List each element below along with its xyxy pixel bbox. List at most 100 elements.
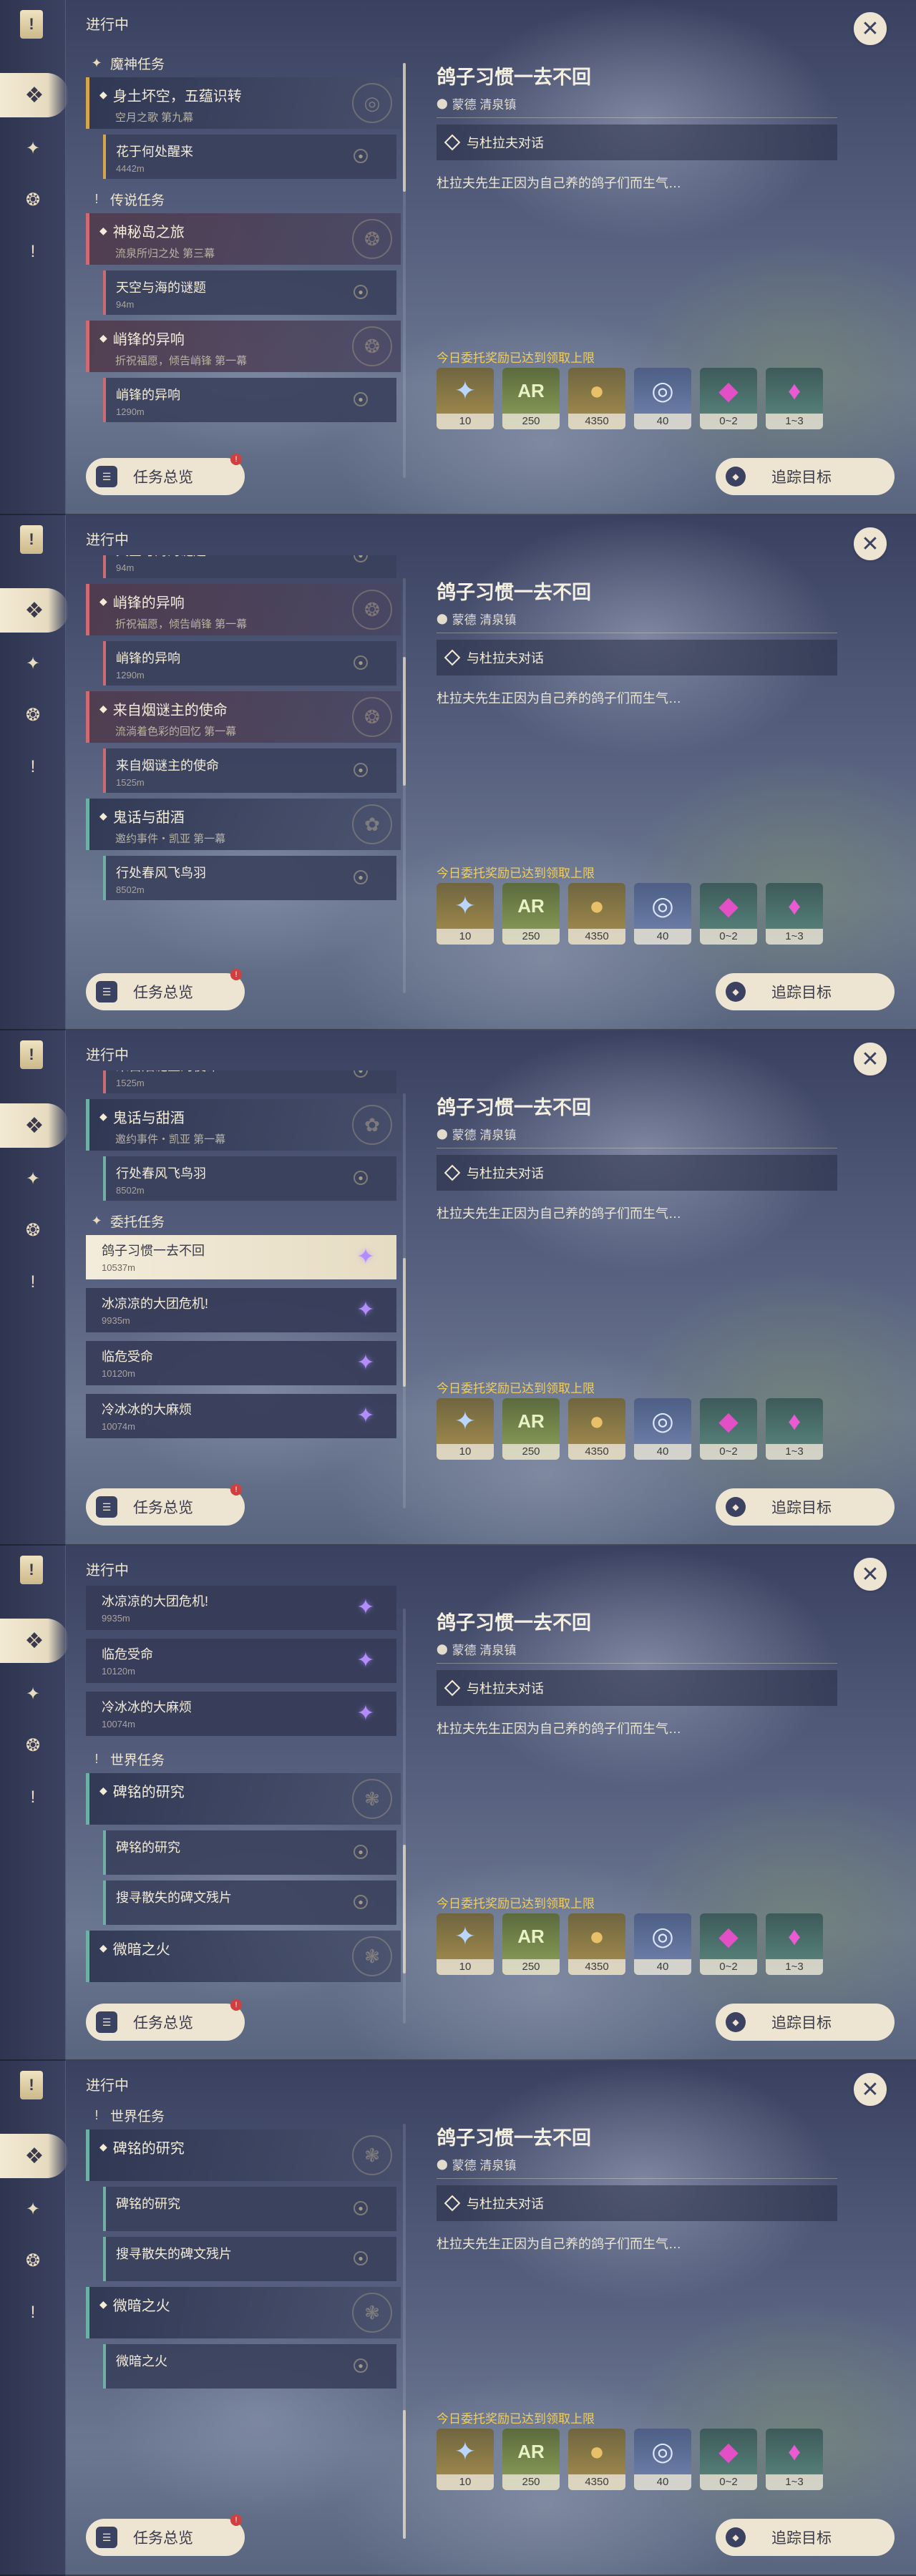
reward-item[interactable]: ♦ 1~3	[766, 1398, 823, 1460]
archon-quest-icon[interactable]: ✦	[20, 1682, 46, 1707]
reward-item[interactable]: ◆ 0~2	[700, 368, 757, 429]
map-pin-icon[interactable]: ●	[354, 2358, 368, 2373]
commission-item-selected[interactable]: ▶ 鸽子习惯一去不回 10537m ✦	[86, 1235, 396, 1279]
list-scrollbar[interactable]	[403, 1609, 406, 2024]
quest-book-icon[interactable]: !	[20, 525, 43, 554]
reward-item[interactable]: AR 250	[502, 883, 560, 945]
rail-tab-all-quests[interactable]: ❖	[0, 1103, 69, 1148]
reward-item[interactable]: ◎ 40	[634, 368, 691, 429]
reward-item[interactable]: ◎ 40	[634, 1913, 691, 1975]
map-pin-icon[interactable]: ●	[354, 392, 368, 406]
track-target-button[interactable]: ◆ 追踪目标	[716, 1488, 895, 1526]
reward-item[interactable]: ● 4350	[568, 883, 625, 945]
legend-quest-icon[interactable]: ❂	[20, 1218, 46, 1244]
reward-item[interactable]: ✦ 10	[437, 883, 494, 945]
quest-step[interactable]: 搜寻散失的碑文残片 ●	[103, 1880, 396, 1925]
quest-book-icon[interactable]: !	[20, 10, 43, 39]
legend-quest-icon[interactable]: ❂	[20, 187, 46, 213]
reward-item[interactable]: ♦ 1~3	[766, 2429, 823, 2490]
commission-item[interactable]: 冷冰冰的大麻烦 10074m ✦	[86, 1692, 396, 1736]
reward-item[interactable]: AR 250	[502, 2429, 560, 2490]
reward-item[interactable]: ♦ 1~3	[766, 1913, 823, 1975]
archon-quest-icon[interactable]: ✦	[20, 136, 46, 162]
world-quest-icon[interactable]: !	[20, 2300, 46, 2326]
quest-book-icon[interactable]: !	[20, 2071, 43, 2099]
commission-item[interactable]: 冰凉凉的大团危机! 9935m ✦	[86, 1288, 396, 1332]
map-pin-icon[interactable]: ●	[354, 1895, 368, 1909]
scroll-thumb[interactable]	[403, 657, 406, 786]
track-target-button[interactable]: ◆ 追踪目标	[716, 2519, 895, 2556]
archon-quest-icon[interactable]: ✦	[20, 2197, 46, 2223]
quest-step[interactable]: 搜寻散失的碑文残片 ●	[103, 2237, 396, 2281]
reward-item[interactable]: ✦ 10	[437, 2429, 494, 2490]
track-target-button[interactable]: ◆ 追踪目标	[716, 458, 895, 495]
quest-step[interactable]: 峭锋的异响 1290m ●	[103, 378, 396, 422]
reward-item[interactable]: AR 250	[502, 1398, 560, 1460]
map-pin-icon[interactable]: ●	[354, 1070, 368, 1078]
quest-overview-button[interactable]: ☰ 任务总览!	[86, 454, 245, 495]
scroll-thumb[interactable]	[403, 1258, 406, 1387]
reward-item[interactable]: ● 4350	[568, 2429, 625, 2490]
close-button[interactable]: ✕	[852, 1040, 889, 1078]
quest-book-icon[interactable]: !	[20, 1556, 43, 1584]
commission-item[interactable]: 临危受命 10120m ✦	[86, 1639, 396, 1683]
reward-item[interactable]: ◎ 40	[634, 2429, 691, 2490]
reward-item[interactable]: ◆ 0~2	[700, 883, 757, 945]
track-target-button[interactable]: ◆ 追踪目标	[716, 973, 895, 1010]
quest-step[interactable]: 天空与海的谜题 94m ●	[103, 270, 396, 315]
rail-tab-all-quests[interactable]: ❖	[0, 2134, 69, 2178]
legend-quest-icon[interactable]: ❂	[20, 2248, 46, 2274]
world-quest-icon[interactable]: !	[20, 239, 46, 265]
legend-quest-icon[interactable]: ❂	[20, 1733, 46, 1759]
quest-book-icon[interactable]: !	[20, 1040, 43, 1069]
quest-step[interactable]: 来自烟谜主的使命 1525m ●	[103, 1070, 396, 1093]
close-button[interactable]: ✕	[852, 1556, 889, 1593]
quest-overview-button[interactable]: ☰ 任务总览!	[86, 969, 245, 1010]
reward-item[interactable]: ✦ 10	[437, 1913, 494, 1975]
quest-step[interactable]: 行处春风飞鸟羽 8502m ●	[103, 1156, 396, 1201]
quest-step[interactable]: 碑铭的研究 ●	[103, 1830, 396, 1875]
quest-world-2[interactable]: ◆ 微暗之火 ❃	[86, 1931, 401, 1982]
map-pin-icon[interactable]: ●	[354, 149, 368, 163]
quest-step[interactable]: 来自烟谜主的使命 1525m ●	[103, 748, 396, 793]
close-button[interactable]: ✕	[852, 525, 889, 562]
reward-item[interactable]: AR 250	[502, 368, 560, 429]
quest-step[interactable]: 花于何处醒来 4442m ●	[103, 135, 396, 179]
reward-item[interactable]: ✦ 10	[437, 1398, 494, 1460]
quest-list[interactable]: ✦ 魔神任务 ◆ 身土坏空，五蕴识转 空月之歌 第九幕 ◎ 花于何处醒来 4442m…	[86, 40, 401, 448]
track-target-button[interactable]: ◆ 追踪目标	[716, 2004, 895, 2041]
reward-item[interactable]: ● 4350	[568, 368, 625, 429]
quest-step[interactable]: 行处春风飞鸟羽 8502m ●	[103, 856, 396, 900]
quest-event[interactable]: ◆ 鬼话与甜酒 邀约事件・凯亚 第一幕 ✿	[86, 799, 401, 850]
rail-tab-all-quests[interactable]: ❖	[0, 1619, 69, 1663]
reward-item[interactable]: AR 250	[502, 1913, 560, 1975]
list-scrollbar[interactable]	[403, 1093, 406, 1508]
map-pin-icon[interactable]: ●	[354, 1171, 368, 1185]
quest-world-2[interactable]: ◆ 微暗之火 ❃	[86, 2287, 401, 2338]
map-pin-icon[interactable]: ●	[354, 1845, 368, 1859]
quest-step[interactable]: 天空与海的谜题 94m ●	[103, 555, 396, 578]
list-scrollbar[interactable]	[403, 2124, 406, 2539]
list-scrollbar[interactable]	[403, 63, 406, 478]
reward-item[interactable]: ♦ 1~3	[766, 368, 823, 429]
quest-legend-2[interactable]: ◆ 峭锋的异响 折祝福愿，倾告峭锋 第一幕 ❂	[86, 321, 401, 372]
world-quest-icon[interactable]: !	[20, 754, 46, 780]
map-pin-icon[interactable]: ●	[354, 2251, 368, 2265]
legend-quest-icon[interactable]: ❂	[20, 703, 46, 728]
reward-item[interactable]: ♦ 1~3	[766, 883, 823, 945]
commission-item[interactable]: 临危受命 10120m ✦	[86, 1341, 396, 1385]
commission-item[interactable]: 冷冰冰的大麻烦 10074m ✦	[86, 1394, 396, 1438]
reward-item[interactable]: ◆ 0~2	[700, 2429, 757, 2490]
list-scrollbar[interactable]	[403, 578, 406, 993]
map-pin-icon[interactable]: ●	[354, 555, 368, 562]
reward-item[interactable]: ✦ 10	[437, 368, 494, 429]
reward-item[interactable]: ● 4350	[568, 1913, 625, 1975]
quest-legend-2[interactable]: ◆ 峭锋的异响 折祝福愿，倾告峭锋 第一幕 ❂	[86, 584, 401, 635]
quest-step[interactable]: 微暗之火 ●	[103, 2344, 396, 2389]
map-pin-icon[interactable]: ●	[354, 870, 368, 884]
reward-item[interactable]: ◆ 0~2	[700, 1913, 757, 1975]
quest-world-1[interactable]: ◆ 碑铭的研究 ❃	[86, 2129, 401, 2181]
world-quest-icon[interactable]: !	[20, 1269, 46, 1295]
quest-overview-button[interactable]: ☰ 任务总览!	[86, 2514, 245, 2556]
map-pin-icon[interactable]: ●	[354, 285, 368, 299]
